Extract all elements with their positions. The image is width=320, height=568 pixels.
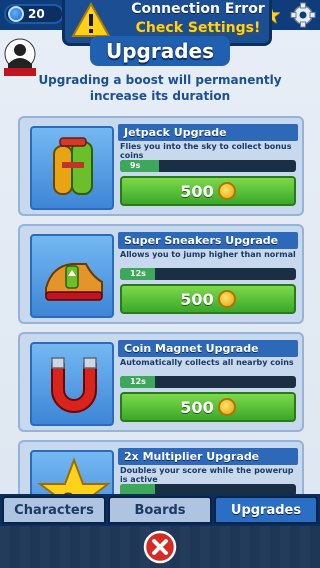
upgrade-description: Allows you to jump higher than normal [120, 250, 296, 259]
jetpack-icon [30, 126, 114, 210]
upgrades-screen: 20 ★ [0, 0, 320, 568]
coin-count: 20 [28, 7, 45, 21]
upgrade-card-sneakers: Super Sneakers Upgrade Allows you to jum… [18, 224, 304, 324]
error-subtitle: Check Settings! [135, 20, 261, 36]
price-label: 500 [180, 181, 214, 201]
upgrade-title: Coin Magnet Upgrade [118, 340, 298, 357]
tab-label: Boards [134, 502, 186, 518]
gear-icon[interactable] [290, 2, 316, 28]
magnet-icon [30, 342, 114, 426]
upgrade-card-jetpack: Jetpack Upgrade Flies you into the sky t… [18, 116, 304, 216]
upgrade-progress-bar: 12s [120, 376, 296, 388]
upgrade-description: Automatically collects all nearby coins [120, 358, 294, 367]
page-title: Upgrades [90, 36, 230, 66]
upgrade-progress-bar: 9s [120, 160, 296, 172]
tab-upgrades[interactable]: Upgrades [214, 496, 318, 524]
tab-characters[interactable]: Characters [2, 496, 106, 524]
buy-upgrade-button[interactable]: 500 [120, 392, 296, 422]
gold-coin-icon [217, 182, 236, 200]
tab-label: Characters [14, 502, 94, 518]
coin-counter[interactable]: 20 [4, 4, 64, 24]
progress-label: 12s [130, 269, 146, 278]
upgrade-progress-bar: 12s [120, 268, 296, 280]
price-label: 500 [180, 289, 214, 309]
page-subtitle: Upgrading a boost will permanently incre… [38, 73, 282, 103]
gold-coin-icon [217, 398, 236, 416]
upgrade-description: Flies you into the sky to collect bonus … [120, 142, 292, 160]
upgrade-title: Jetpack Upgrade [118, 124, 298, 141]
buy-upgrade-button[interactable]: 500 [120, 176, 296, 206]
upgrade-description: Doubles your score while the powerup is … [120, 466, 294, 484]
blue-coin-icon [8, 6, 24, 22]
progress-label: 9s [130, 161, 141, 170]
buy-upgrade-button[interactable]: 500 [120, 284, 296, 314]
warning-icon [71, 1, 111, 38]
progress-label: 12s [130, 377, 146, 386]
upgrade-card-magnet: Coin Magnet Upgrade Automatically collec… [18, 332, 304, 432]
error-title: Connection Error [131, 1, 265, 17]
tab-label: Upgrades [230, 502, 302, 518]
tab-boards[interactable]: Boards [108, 496, 212, 524]
upgrade-title: Super Sneakers Upgrade [118, 232, 298, 249]
sneakers-icon [30, 234, 114, 318]
price-label: 500 [180, 397, 214, 417]
gold-coin-icon [217, 290, 236, 308]
close-icon [143, 530, 177, 564]
tab-bar: Characters Boards Upgrades [0, 494, 320, 526]
upgrade-title: 2x Multiplier Upgrade [118, 448, 298, 465]
close-button[interactable] [143, 530, 177, 564]
